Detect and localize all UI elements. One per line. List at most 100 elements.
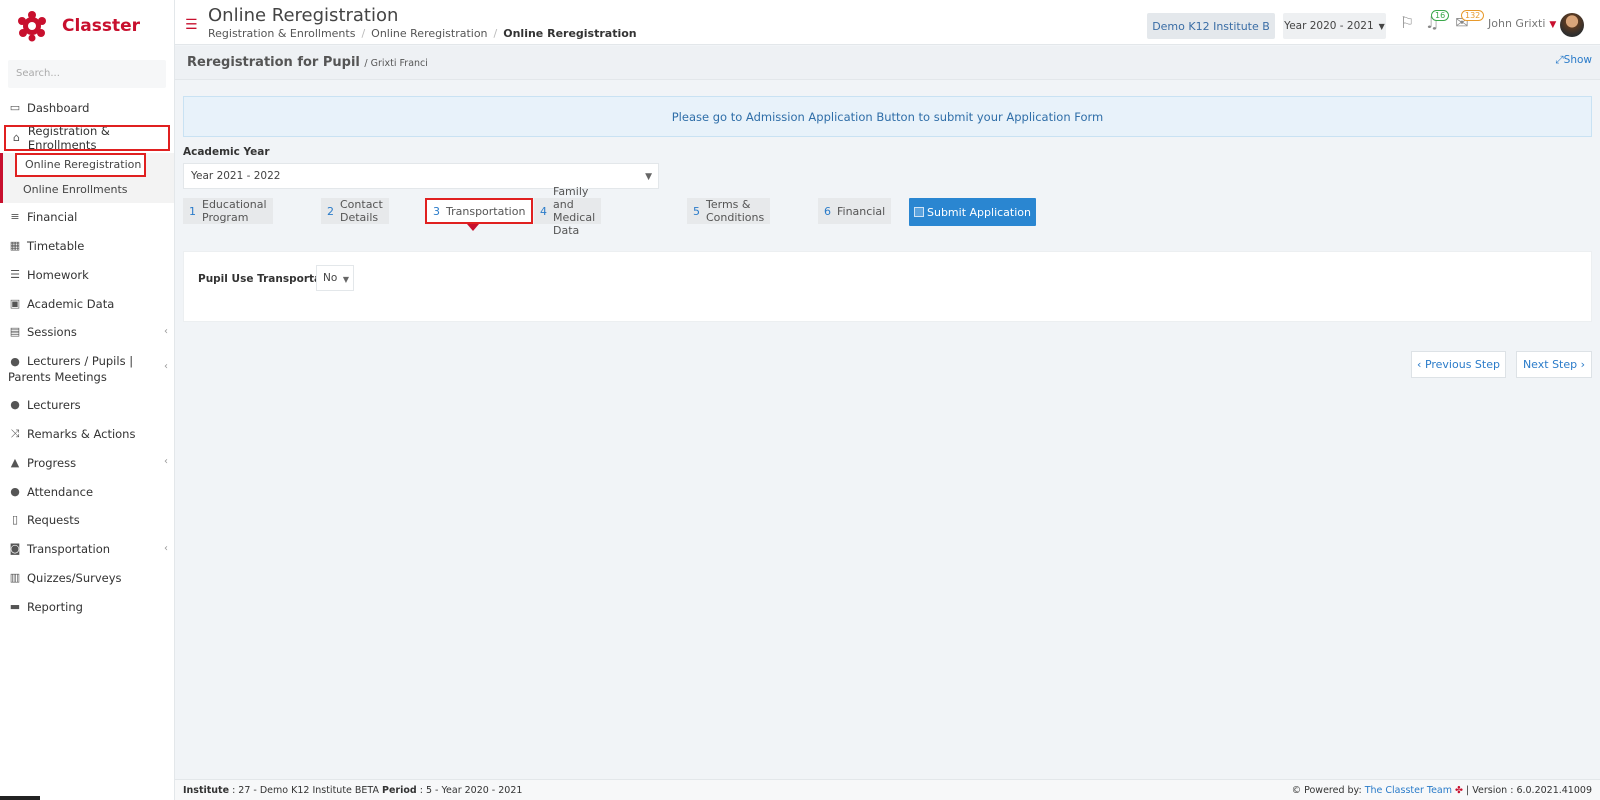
submit-application-button[interactable]: Submit Application (909, 198, 1036, 226)
pupil-transport-value: No (323, 272, 338, 284)
sidebar-item-text: Lecturers / Pupils | Parents Meetings (8, 353, 134, 384)
classter-team-link[interactable]: The Classter Team (1365, 785, 1452, 796)
sidebar-item-attendance[interactable]: ● Attendance (0, 477, 174, 506)
sidebar-item-label: Transportation (27, 542, 111, 557)
sidebar-item-label: Progress (27, 455, 77, 470)
step-terms-conditions[interactable]: 5 Terms & Conditions (687, 198, 771, 224)
show-toggle[interactable]: ⤢Show (1555, 54, 1592, 67)
bell-icon[interactable]: ♫ 16 (1421, 10, 1450, 35)
breadcrumb: Registration & Enrollments / Online Reregi… (208, 27, 637, 40)
book-icon: ▥ (9, 570, 21, 584)
sidebar-item-homework[interactable]: ☰ Homework (0, 260, 174, 289)
sidebar-item-lecturers[interactable]: ● Lecturers (0, 391, 174, 420)
chevron-left-icon: ‹ (164, 542, 168, 554)
chevron-left-icon: ‹ (164, 325, 168, 337)
flag-icon[interactable]: ⚐ (1396, 13, 1418, 35)
chevron-left-icon: ‹ (164, 456, 168, 468)
active-step-indicator-icon (467, 224, 479, 231)
sidebar-subitem-online-enrollments[interactable]: Online Enrollments (3, 177, 174, 203)
classter-small-logo-icon: ✤ (1455, 785, 1464, 796)
bank-icon: ⌂ (12, 130, 20, 144)
app-name: Classter (62, 16, 141, 36)
user-check-icon: ● (10, 484, 20, 498)
sidebar-item-meetings[interactable]: ● Lecturers / Pupils | Parents Meetings ‹ (0, 347, 174, 391)
page-subheader: Reregistration for Pupil / Grixti Franci… (175, 46, 1600, 80)
sidebar-item-label: Financial (27, 210, 78, 225)
step-educational-program[interactable]: 1 Educational Program (183, 198, 273, 224)
caret-down-icon: ▼ (645, 172, 652, 182)
academic-year-label: Academic Year (183, 146, 270, 158)
breadcrumb-separator: / (361, 27, 366, 40)
step-number: 6 (824, 204, 831, 218)
sidebar-item-requests[interactable]: ▯ Requests (0, 506, 174, 535)
laptop-icon: ▭ (9, 101, 21, 115)
year-selector-label: Year 2020 - 2021 (1284, 20, 1374, 32)
top-header: ☰ Online Reregistration Registration & E… (175, 0, 1600, 45)
sidebar-item-remarks[interactable]: ⤨ Remarks & Actions (0, 420, 174, 449)
sidebar-item-academic-data[interactable]: ▣ Academic Data (0, 289, 174, 318)
caret-down-icon: ▼ (1549, 20, 1557, 30)
year-selector[interactable]: Year 2020 - 2021 ▼ (1283, 13, 1386, 39)
step-label: Educational Program (202, 198, 267, 224)
powered-by-label: Powered by: (1304, 785, 1362, 796)
pupil-transport-select[interactable]: No ▼ (316, 265, 354, 291)
copyright-icon: © (1291, 785, 1302, 796)
sidebar-item-registration[interactable]: ⌂ Registration & Enrollments (4, 124, 170, 152)
shuffle-icon: ⤨ (10, 426, 20, 440)
sidebar-item-transportation[interactable]: ◙ Transportation ‹ (0, 535, 174, 564)
step-number: 4 (540, 204, 547, 218)
version-label: | Version : 6.0.2021.41009 (1466, 785, 1592, 796)
next-step-button[interactable]: Next Step › (1516, 351, 1592, 378)
step-transportation[interactable]: 3 Transportation (425, 198, 534, 224)
sidebar-item-sessions[interactable]: ▤ Sessions ‹ (0, 318, 174, 347)
breadcrumb-item[interactable]: Registration & Enrollments (208, 27, 355, 40)
calendar-icon: ▦ (9, 238, 21, 252)
sidebar-item-label: ● Lecturers / Pupils | Parents Meetings (8, 353, 174, 385)
chevron-right-icon: › (1580, 358, 1586, 371)
show-label: Show (1563, 54, 1592, 66)
sidebar-item-timetable[interactable]: ▦ Timetable (0, 232, 174, 261)
step-number: 2 (327, 204, 334, 218)
presentation-icon: ▤ (9, 325, 21, 339)
footer-info: Institute : 27 - Demo K12 Institute BETA… (183, 785, 522, 796)
logo[interactable]: Classter (0, 0, 174, 52)
notifications-badge: 16 (1431, 10, 1450, 21)
step-label: Family and Medical Data (553, 185, 596, 237)
submit-label: Submit Application (927, 205, 1031, 219)
list-icon: ☰ (10, 267, 20, 281)
sidebar-item-reporting[interactable]: ▬ Reporting (0, 592, 174, 621)
form-title-text: Reregistration for Pupil (187, 55, 360, 70)
sidebar: Classter Search... ▭ Dashboard ⌂ Registr… (0, 0, 175, 800)
sidebar-item-label: Sessions (27, 325, 77, 340)
breadcrumb-item[interactable]: Online Reregistration (371, 27, 487, 40)
step-family-medical[interactable]: 4 Family and Medical Data (534, 185, 602, 237)
step-contact-details[interactable]: 2 Contact Details (321, 198, 389, 224)
search-input[interactable]: Search... (8, 60, 166, 88)
hamburger-menu-icon[interactable]: ☰ (185, 17, 198, 33)
users-gear-icon: ● (10, 354, 20, 368)
footer-period-value: : 5 - Year 2020 - 2021 (419, 785, 523, 796)
sidebar-item-progress[interactable]: ▲ Progress ‹ (0, 448, 174, 477)
coins-icon: ≡ (10, 210, 20, 224)
chevron-left-icon: ‹ (164, 360, 168, 372)
sidebar-item-financial[interactable]: ≡ Financial (0, 203, 174, 232)
previous-step-button[interactable]: ‹ Previous Step (1411, 351, 1506, 378)
mail-icon[interactable]: ✉ 132 (1451, 10, 1485, 35)
sidebar-menu: ▭ Dashboard ⌂ Registration & Enrollments… (0, 94, 174, 621)
institute-selector[interactable]: Demo K12 Institute B (1147, 13, 1275, 39)
sidebar-item-label: Timetable (27, 238, 85, 253)
step-financial[interactable]: 6 Financial (818, 198, 892, 224)
user-menu[interactable]: John Grixti ▼ (1488, 17, 1556, 30)
sidebar-item-quizzes[interactable]: ▥ Quizzes/Surveys (0, 564, 174, 593)
bus-icon: ◙ (9, 542, 21, 556)
caret-down-icon: ▼ (342, 275, 349, 284)
sidebar-item-label: Quizzes/Surveys (27, 570, 122, 585)
messages-badge: 132 (1461, 10, 1485, 21)
sidebar-item-label: Homework (27, 267, 89, 282)
academic-year-value: Year 2021 - 2022 (191, 170, 281, 182)
sidebar-subitem-online-reregistration[interactable]: Online Reregistration (15, 152, 146, 177)
avatar[interactable] (1560, 13, 1584, 37)
sidebar-item-dashboard[interactable]: ▭ Dashboard (0, 94, 174, 123)
sidebar-item-label: Requests (27, 513, 80, 528)
form-icon (914, 207, 924, 217)
